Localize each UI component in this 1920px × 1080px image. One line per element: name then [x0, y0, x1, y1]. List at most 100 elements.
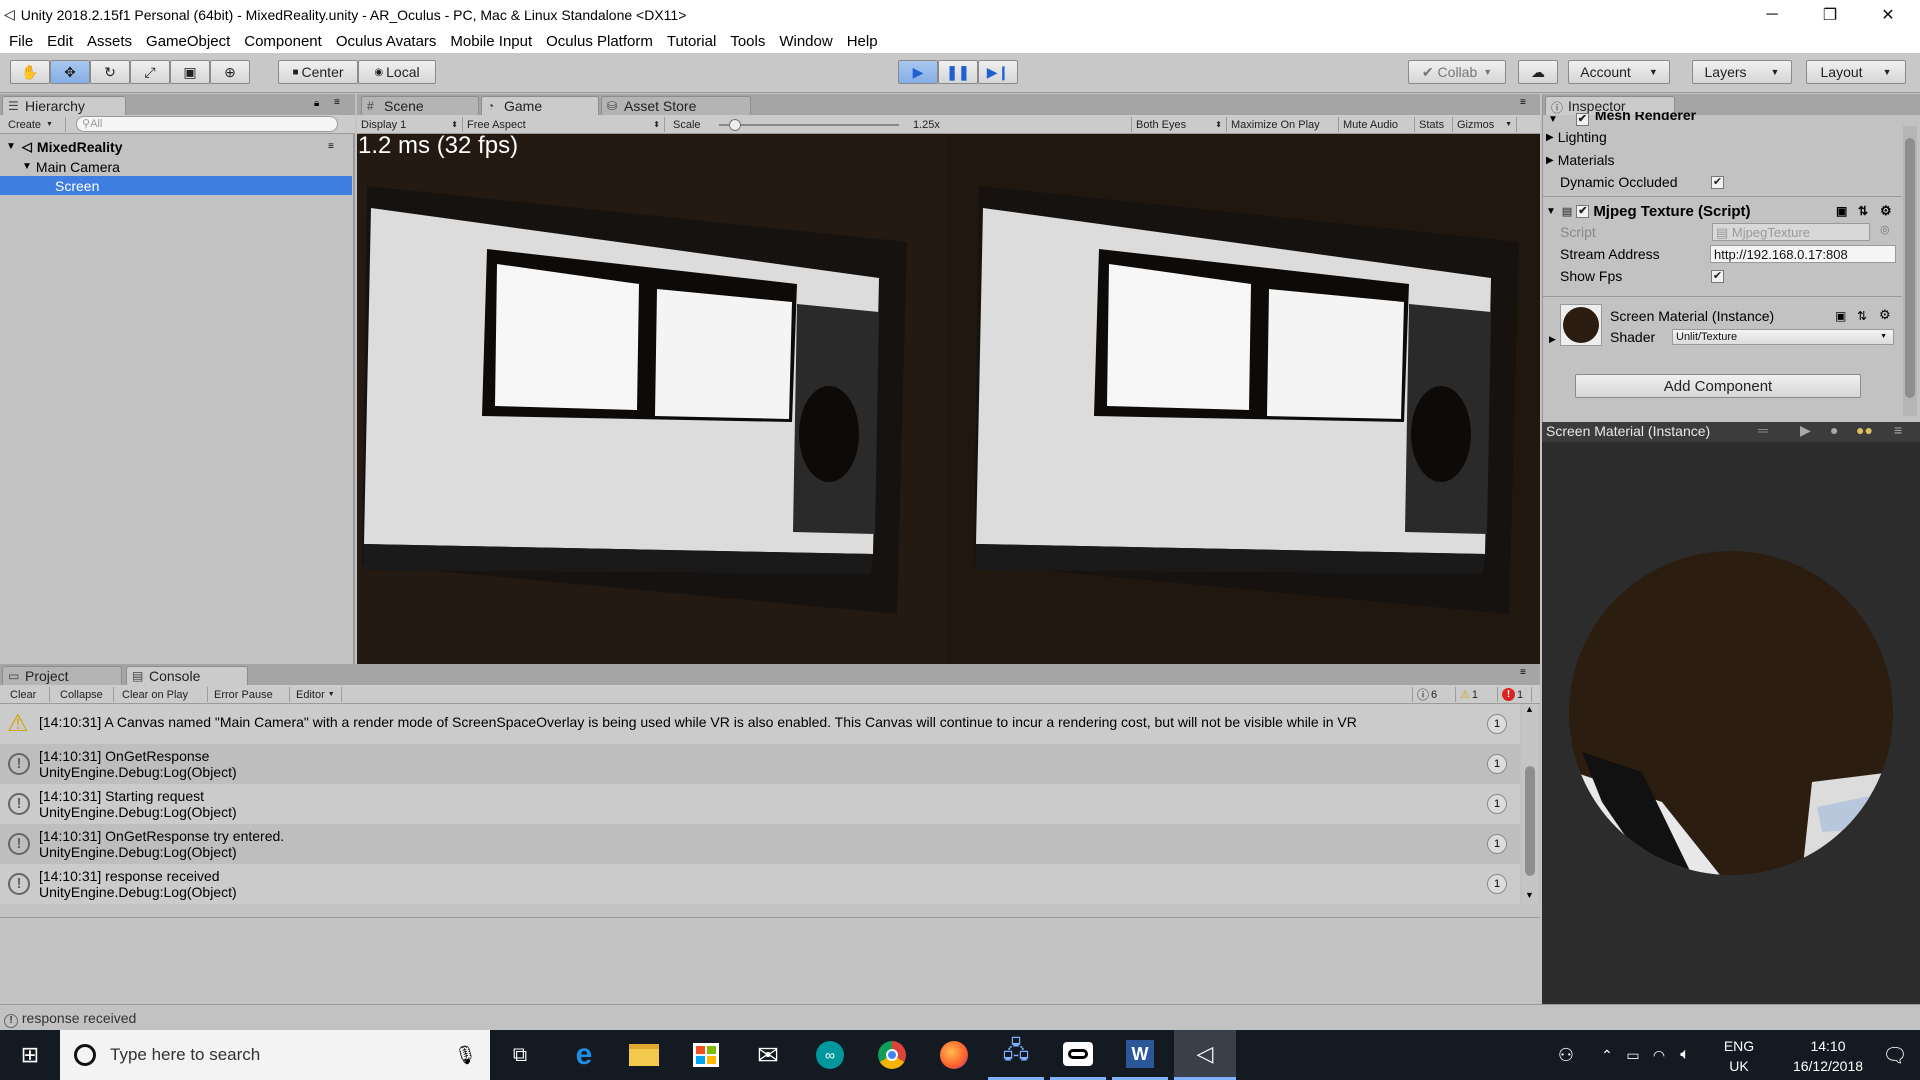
oculus-icon[interactable]: [1050, 1030, 1106, 1080]
warning-filter-toggle[interactable]: ⚠ 1: [1456, 687, 1498, 702]
play-button[interactable]: ▶: [898, 60, 938, 84]
console-row[interactable]: ! [14:10:31] response received UnityEngi…: [0, 864, 1520, 904]
materials-foldout[interactable]: ▶ Materials: [1540, 150, 1900, 170]
help-icon[interactable]: ▣: [1835, 309, 1846, 323]
mute-audio-toggle[interactable]: Mute Audio: [1339, 117, 1415, 132]
pivot-local-button[interactable]: ◉ Local: [358, 60, 436, 84]
expand-arrow-icon[interactable]: ▼: [6, 141, 16, 152]
scale-slider[interactable]: [719, 119, 899, 131]
menu-file[interactable]: File: [2, 33, 40, 50]
step-button[interactable]: ▶❙: [978, 60, 1018, 84]
firefox-icon[interactable]: [926, 1030, 982, 1080]
inspector-scrollbar[interactable]: [1903, 126, 1917, 416]
console-row[interactable]: ! [14:10:31] OnGetResponse UnityEngine.D…: [0, 744, 1520, 784]
console-clear-button[interactable]: Clear: [6, 687, 50, 702]
transform-tool-icon[interactable]: ⊕: [210, 60, 250, 84]
scene-row[interactable]: ▼ ◁ MixedReality ≡: [0, 137, 352, 156]
menu-gameobject[interactable]: GameObject: [139, 33, 237, 50]
taskbar-search-box[interactable]: Type here to search 🎙︎: [60, 1030, 490, 1080]
minimize-button[interactable]: ─: [1743, 0, 1801, 29]
create-dropdown[interactable]: Create ▼: [4, 117, 66, 132]
preset-icon[interactable]: ⇅: [1858, 204, 1868, 218]
collapse-arrow-icon[interactable]: ▼: [1548, 114, 1558, 125]
gear-icon[interactable]: ⚙: [1879, 307, 1891, 323]
add-component-button[interactable]: Add Component: [1575, 374, 1861, 398]
arduino-icon[interactable]: ∞: [802, 1030, 858, 1080]
expand-arrow-icon[interactable]: ▼: [22, 161, 32, 172]
expand-arrow-icon[interactable]: ▶: [1546, 132, 1554, 143]
lighting-foldout[interactable]: ▶ Lighting: [1540, 127, 1900, 147]
display-dropdown[interactable]: Display 1 ⬍: [357, 117, 463, 132]
game-view-render[interactable]: 1.2 ms (32 fps): [357, 134, 1540, 664]
preset-icon[interactable]: ⇅: [1857, 309, 1867, 323]
tab-game[interactable]: ◔ Game: [481, 96, 599, 115]
lock-icon[interactable]: 🔒︎: [314, 98, 319, 109]
stream-address-input[interactable]: http://192.168.0.17:808: [1710, 245, 1896, 263]
menu-edit[interactable]: Edit: [40, 33, 80, 50]
layout-dropdown[interactable]: Layout ▼: [1806, 60, 1906, 84]
show-fps-checkbox[interactable]: ✔: [1711, 269, 1724, 283]
gear-icon[interactable]: ⚙: [1880, 203, 1892, 219]
console-row[interactable]: ! [14:10:31] Starting request UnityEngin…: [0, 784, 1520, 824]
error-filter-toggle[interactable]: ! 1: [1498, 687, 1532, 702]
chrome-icon[interactable]: [864, 1030, 920, 1080]
tab-scene[interactable]: # Scene: [361, 96, 479, 115]
cloud-button[interactable]: ☁: [1518, 60, 1558, 84]
inspector-scroll-thumb[interactable]: [1905, 138, 1915, 398]
expand-arrow-icon[interactable]: ▶: [1549, 334, 1556, 345]
mesh-renderer-enabled-checkbox[interactable]: ✔: [1575, 112, 1589, 126]
console-clear-on-play-button[interactable]: Clear on Play: [118, 687, 208, 702]
file-explorer-icon[interactable]: [616, 1030, 672, 1080]
account-dropdown[interactable]: Account ▼: [1568, 60, 1670, 84]
tab-hierarchy[interactable]: ☰ Hierarchy: [2, 96, 126, 115]
log-filter-toggle[interactable]: ⓘ 6: [1412, 687, 1456, 702]
tab-asset-store[interactable]: ⛁ Asset Store: [601, 96, 751, 115]
console-collapse-button[interactable]: Collapse: [56, 687, 114, 702]
rect-tool-icon[interactable]: ▣: [170, 60, 210, 84]
clock[interactable]: 14:10 16/12/2018: [1772, 1036, 1884, 1076]
console-error-pause-button[interactable]: Error Pause: [210, 687, 290, 702]
mail-icon[interactable]: ✉: [740, 1030, 796, 1080]
battery-icon[interactable]: ▭: [1620, 1030, 1646, 1080]
menu-mobile-input[interactable]: Mobile Input: [443, 33, 539, 50]
hierarchy-item-screen[interactable]: Screen: [0, 176, 352, 195]
panel-menu-icon[interactable]: ≡: [334, 97, 340, 108]
volume-icon[interactable]: 🔈︎: [1672, 1030, 1698, 1080]
layers-dropdown[interactable]: Layers ▼: [1692, 60, 1792, 84]
menu-assets[interactable]: Assets: [80, 33, 139, 50]
close-button[interactable]: ✕: [1859, 0, 1917, 29]
hierarchy-search-input[interactable]: ⚲All: [76, 116, 338, 132]
scroll-up-icon[interactable]: ▲: [1525, 704, 1534, 714]
console-scroll-thumb[interactable]: [1525, 766, 1535, 876]
windows-start-icon[interactable]: ⊞: [2, 1030, 58, 1080]
chevron-up-icon[interactable]: ⌃: [1594, 1030, 1620, 1080]
panel-menu-icon[interactable]: ≡: [1520, 97, 1526, 108]
edge-browser-icon[interactable]: e: [556, 1030, 612, 1080]
move-tool-icon[interactable]: ✥: [50, 60, 90, 84]
panel-menu-icon[interactable]: ≡: [1520, 667, 1526, 678]
gizmos-dropdown[interactable]: Gizmos ▼: [1453, 117, 1517, 132]
panel-menu-icon[interactable]: ≡: [1894, 422, 1902, 438]
tab-project[interactable]: ▭ Project: [2, 666, 122, 685]
console-scrollbar[interactable]: ▲ ▼: [1522, 704, 1538, 904]
console-row-warning[interactable]: ⚠ [14:10:31] A Canvas named "Main Camera…: [0, 704, 1520, 744]
target-icon[interactable]: ◎: [1880, 223, 1890, 236]
eyes-dropdown[interactable]: Both Eyes ⬍: [1131, 117, 1227, 132]
tab-console[interactable]: ▤ Console: [126, 666, 248, 685]
hierarchy-item-main-camera[interactable]: ▼ Main Camera: [0, 157, 352, 176]
expand-arrow-icon[interactable]: ▶: [1546, 155, 1554, 166]
mjpeg-texture-header[interactable]: ▼ ▤ ✔ Mjpeg Texture (Script) ▣ ⇅ ⚙: [1540, 201, 1900, 221]
menu-help[interactable]: Help: [840, 33, 885, 50]
mjpeg-enabled-checkbox[interactable]: ✔: [1576, 204, 1590, 218]
drag-handle-icon[interactable]: ═: [1758, 422, 1768, 438]
notifications-icon[interactable]: 🗨︎: [1872, 1030, 1918, 1080]
network-app-icon[interactable]: 🖧︎: [988, 1030, 1044, 1080]
material-header[interactable]: Screen Material (Instance): [1610, 306, 1860, 326]
help-icon[interactable]: ▣: [1836, 204, 1847, 218]
menu-tutorial[interactable]: Tutorial: [660, 33, 723, 50]
rotate-tool-icon[interactable]: ↻: [90, 60, 130, 84]
stats-toggle[interactable]: Stats: [1415, 117, 1453, 132]
wifi-icon[interactable]: ◠: [1646, 1030, 1672, 1080]
mesh-renderer-header[interactable]: ▼ ✔ Mesh Renderer: [1540, 112, 1900, 126]
console-editor-dropdown[interactable]: Editor ▼: [292, 687, 342, 702]
